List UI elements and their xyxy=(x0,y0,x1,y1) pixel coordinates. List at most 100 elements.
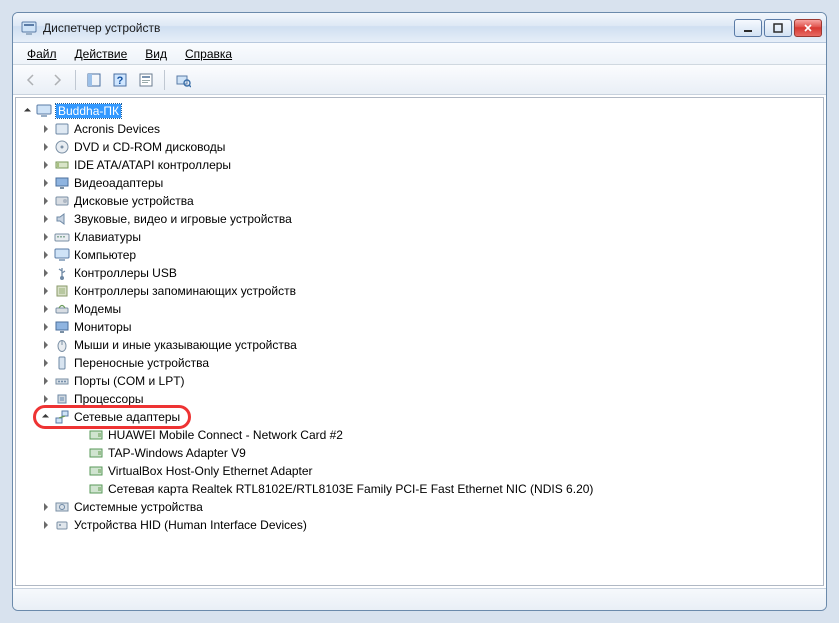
tree-category[interactable]: Переносные устройства xyxy=(18,354,823,372)
tree-device[interactable]: TAP-Windows Adapter V9 xyxy=(18,444,823,462)
usb-icon xyxy=(54,265,70,281)
nic-icon xyxy=(88,445,104,461)
tree-label: IDE ATA/ATAPI контроллеры xyxy=(74,158,231,172)
expand-toggle-icon[interactable] xyxy=(40,160,51,171)
expand-toggle-icon[interactable] xyxy=(40,412,51,423)
tree-label: TAP-Windows Adapter V9 xyxy=(108,446,246,460)
tree-label: Контроллеры USB xyxy=(74,266,177,280)
tree-category[interactable]: Звуковые, видео и игровые устройства xyxy=(18,210,823,228)
expand-toggle-icon[interactable] xyxy=(40,340,51,351)
nic-icon xyxy=(88,463,104,479)
device-tree[interactable]: Buddha-ПК Acronis Devices DVD и CD-ROM дис… xyxy=(15,97,824,586)
expand-toggle-icon[interactable] xyxy=(40,502,51,513)
menu-view[interactable]: Вид xyxy=(137,45,175,63)
tree-category[interactable]: Модемы xyxy=(18,300,823,318)
expand-toggle-icon[interactable] xyxy=(40,178,51,189)
nav-back-button xyxy=(19,68,43,92)
expand-toggle-icon[interactable] xyxy=(40,520,51,531)
menu-file[interactable]: Файл xyxy=(19,45,65,63)
expand-toggle-icon[interactable] xyxy=(40,394,51,405)
tree-category[interactable]: Процессоры xyxy=(18,390,823,408)
storage-icon xyxy=(54,283,70,299)
cpu-icon xyxy=(54,391,70,407)
minimize-button[interactable] xyxy=(734,19,762,37)
properties-button[interactable] xyxy=(134,68,158,92)
expand-toggle-icon[interactable] xyxy=(40,214,51,225)
computer-icon xyxy=(36,103,52,119)
tree-device[interactable]: VirtualBox Host-Only Ethernet Adapter xyxy=(18,462,823,480)
tree-category[interactable]: Клавиатуры xyxy=(18,228,823,246)
expand-toggle-icon[interactable] xyxy=(40,358,51,369)
tree-label: Мыши и иные указывающие устройства xyxy=(74,338,297,352)
tree-category[interactable]: Мыши и иные указывающие устройства xyxy=(18,336,823,354)
maximize-button[interactable] xyxy=(764,19,792,37)
close-button[interactable] xyxy=(794,19,822,37)
tree-label: Buddha-ПК xyxy=(56,104,121,118)
tree-label: Клавиатуры xyxy=(74,230,141,244)
tree-category[interactable]: Контроллеры запоминающих устройств xyxy=(18,282,823,300)
tree-category[interactable]: Мониторы xyxy=(18,318,823,336)
expand-toggle-icon[interactable] xyxy=(40,268,51,279)
ide-icon xyxy=(54,157,70,173)
tree-label: Модемы xyxy=(74,302,121,316)
app-icon xyxy=(21,20,37,36)
tree-label: VirtualBox Host-Only Ethernet Adapter xyxy=(108,464,313,478)
disk-icon xyxy=(54,193,70,209)
expand-toggle-icon[interactable] xyxy=(22,106,33,117)
system-icon xyxy=(54,499,70,515)
disc-icon xyxy=(54,139,70,155)
tree-category[interactable]: Контроллеры USB xyxy=(18,264,823,282)
device-manager-window: Диспетчер устройств Файл Действие Вид Сп… xyxy=(12,12,827,611)
tree-label: DVD и CD-ROM дисководы xyxy=(74,140,225,154)
portable-icon xyxy=(54,355,70,371)
tree-category[interactable]: Компьютер xyxy=(18,246,823,264)
tree-category[interactable]: Системные устройства xyxy=(18,498,823,516)
tree-category[interactable]: DVD и CD-ROM дисководы xyxy=(18,138,823,156)
tree-label: Acronis Devices xyxy=(74,122,160,136)
expand-toggle-icon[interactable] xyxy=(40,196,51,207)
tree-label: Устройства HID (Human Interface Devices) xyxy=(74,518,307,532)
tree-label: Порты (COM и LPT) xyxy=(74,374,185,388)
expand-toggle-icon[interactable] xyxy=(40,304,51,315)
expand-toggle-icon[interactable] xyxy=(40,286,51,297)
tree-root[interactable]: Buddha-ПК xyxy=(18,102,823,120)
tree-category[interactable]: Устройства HID (Human Interface Devices) xyxy=(18,516,823,534)
statusbar xyxy=(13,588,826,610)
svg-text:?: ? xyxy=(117,75,124,87)
expand-toggle-icon[interactable] xyxy=(40,376,51,387)
toolbar-separator xyxy=(75,70,76,90)
tree-label: Компьютер xyxy=(74,248,136,262)
display-icon xyxy=(54,319,70,335)
help-button[interactable]: ? xyxy=(108,68,132,92)
window-title: Диспетчер устройств xyxy=(43,21,160,35)
tree-label: Сетевые адаптеры xyxy=(74,410,180,424)
expand-toggle-icon[interactable] xyxy=(40,232,51,243)
tree-category[interactable]: Видеоадаптеры xyxy=(18,174,823,192)
tree-category[interactable]: Сетевые адаптеры xyxy=(18,408,823,426)
tree-label: Мониторы xyxy=(74,320,131,334)
modem-icon xyxy=(54,301,70,317)
tree-label: Контроллеры запоминающих устройств xyxy=(74,284,296,298)
titlebar[interactable]: Диспетчер устройств xyxy=(13,13,826,43)
tree-category[interactable]: IDE ATA/ATAPI контроллеры xyxy=(18,156,823,174)
scan-hardware-button[interactable] xyxy=(171,68,195,92)
menubar: Файл Действие Вид Справка xyxy=(13,43,826,65)
menu-action[interactable]: Действие xyxy=(67,45,136,63)
menu-help[interactable]: Справка xyxy=(177,45,240,63)
tree-category[interactable]: Дисковые устройства xyxy=(18,192,823,210)
tree-device[interactable]: HUAWEI Mobile Connect - Network Card #2 xyxy=(18,426,823,444)
expand-toggle-icon[interactable] xyxy=(40,250,51,261)
tree-label: Видеоадаптеры xyxy=(74,176,163,190)
expand-toggle-icon[interactable] xyxy=(40,124,51,135)
network-icon xyxy=(54,409,70,425)
show-hide-tree-button[interactable] xyxy=(82,68,106,92)
mouse-icon xyxy=(54,337,70,353)
expand-toggle-icon[interactable] xyxy=(40,142,51,153)
nic-icon xyxy=(88,427,104,443)
tree-category[interactable]: Порты (COM и LPT) xyxy=(18,372,823,390)
tree-category[interactable]: Acronis Devices xyxy=(18,120,823,138)
expand-toggle-icon[interactable] xyxy=(40,322,51,333)
tree-label: Переносные устройства xyxy=(74,356,209,370)
tree-device[interactable]: Сетевая карта Realtek RTL8102E/RTL8103E … xyxy=(18,480,823,498)
nic-icon xyxy=(88,481,104,497)
